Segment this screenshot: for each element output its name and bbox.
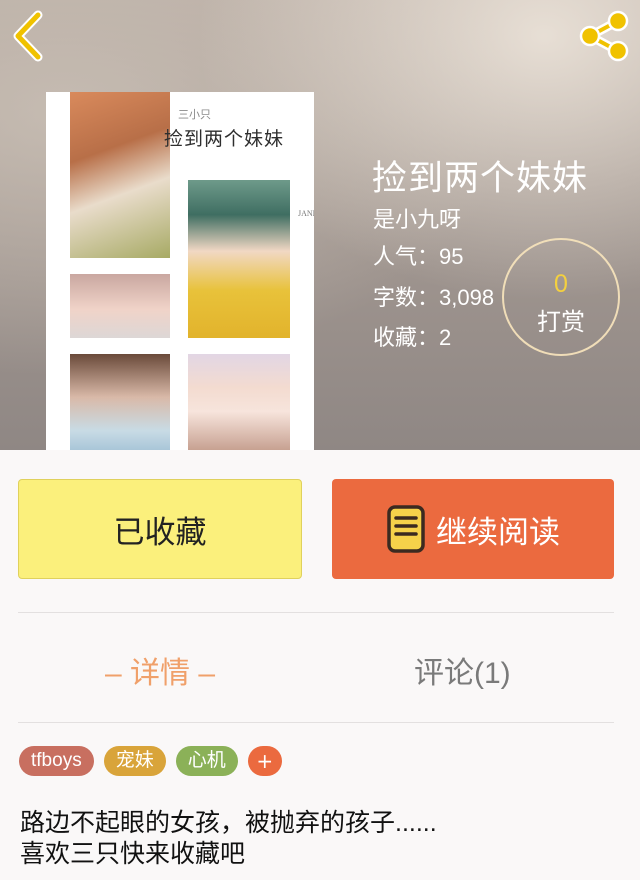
divider [18, 722, 614, 723]
cover-subtitle: 三小只 [178, 109, 211, 121]
tag-tfboys[interactable]: tfboys [19, 746, 94, 776]
tab-comments[interactable]: 评论(1) [414, 648, 511, 692]
word-count-stat: 字数：3,098 [373, 285, 495, 310]
cover-title: 捡到两个妹妹 [164, 129, 285, 150]
favorites-stat: 收藏：2 [373, 325, 452, 350]
description-line: 路边不起眼的女孩，被抛弃的孩子...... [20, 809, 437, 837]
continue-reading-button[interactable]: 继续阅读 [332, 479, 614, 579]
cover-photo [188, 180, 290, 338]
description-line: 喜欢三只快来收藏吧 [20, 840, 246, 868]
tag-chongmei[interactable]: 宠妹 [103, 746, 166, 776]
tag-list: tfboys 宠妹 心机 + [19, 746, 282, 776]
reward-button[interactable]: 0 打赏 [502, 238, 620, 356]
reward-count: 0 [554, 270, 568, 298]
cover-photo [70, 274, 170, 338]
chevron-left-icon [13, 10, 43, 62]
cover-photo [188, 354, 290, 450]
back-button[interactable] [8, 10, 50, 62]
favorited-button[interactable]: 已收藏 [18, 479, 302, 579]
book-title: 捡到两个妹妹 [372, 159, 589, 198]
favorited-label: 已收藏 [113, 514, 207, 550]
add-tag-button[interactable]: + [247, 746, 282, 776]
popularity-stat: 人气：95 [373, 244, 464, 269]
share-button[interactable] [576, 8, 632, 64]
share-icon [579, 10, 629, 62]
continue-reading-label: 继续阅读 [436, 514, 560, 550]
book-author[interactable]: 是小九呀 [373, 202, 461, 234]
book-icon [387, 505, 425, 553]
reward-label: 打赏 [537, 309, 585, 336]
divider [18, 612, 614, 613]
tab-detail[interactable]: – 详情 – [105, 648, 215, 692]
cover-photo [70, 92, 170, 258]
tag-xinji[interactable]: 心机 [175, 746, 238, 776]
book-cover[interactable]: 三小只 捡到两个妹妹 JANE [46, 92, 314, 450]
cover-side-text: JANE [298, 209, 314, 218]
cover-photo [70, 354, 170, 450]
book-header: 三小只 捡到两个妹妹 JANE 捡到两个妹妹 是小九呀 人气：95 字数：3,0… [0, 0, 640, 450]
book-description: 路边不起眼的女孩，被抛弃的孩子...... 喜欢三只快来收藏吧 [20, 808, 620, 870]
